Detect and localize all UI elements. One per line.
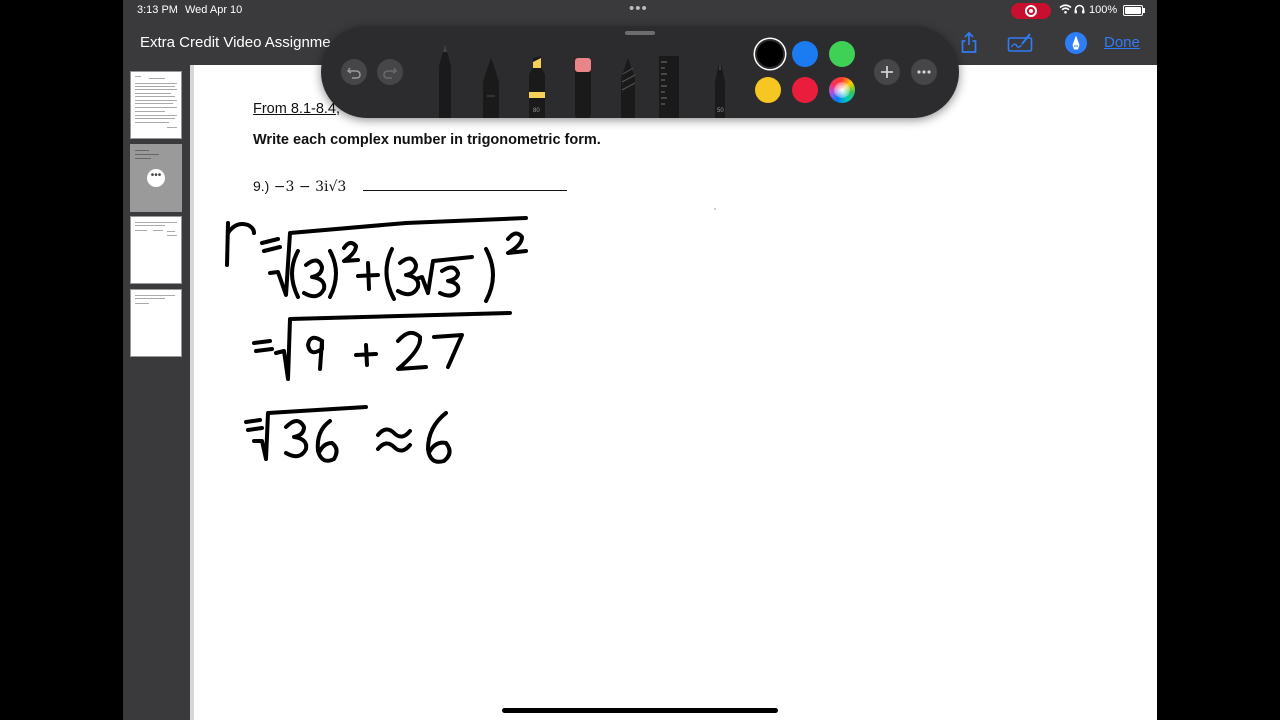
ink-radical-inner bbox=[414, 255, 474, 295]
color-wheel-center bbox=[834, 82, 850, 98]
highlighter-size-label: 80 bbox=[533, 108, 540, 114]
ink-paren-1 bbox=[290, 249, 300, 299]
page-thumbnail-4[interactable] bbox=[130, 289, 182, 357]
undo-button[interactable] bbox=[341, 59, 367, 85]
ink-equals-3 bbox=[244, 418, 264, 432]
home-indicator[interactable] bbox=[502, 708, 778, 713]
ink-exp-1 bbox=[342, 241, 360, 263]
ink-exp-2 bbox=[506, 231, 528, 255]
done-button[interactable]: Done bbox=[1104, 34, 1140, 51]
document-page[interactable]: From 8.1-8.4, Write each complex number … bbox=[190, 65, 1157, 720]
undo-icon bbox=[346, 67, 361, 79]
multitasking-dots-icon[interactable]: ••• bbox=[629, 0, 648, 17]
color-wheel-icon[interactable] bbox=[829, 77, 855, 103]
more-button[interactable] bbox=[911, 59, 937, 85]
color-swatch-yellow[interactable] bbox=[755, 77, 781, 103]
ink-plus-1 bbox=[356, 261, 380, 291]
ink-plus-2 bbox=[354, 343, 378, 367]
wifi-icon bbox=[1059, 4, 1072, 14]
status-date: Wed Apr 10 bbox=[185, 4, 243, 16]
pencil-tool bbox=[621, 58, 636, 118]
headphones-icon bbox=[1074, 4, 1085, 14]
signature-icon[interactable] bbox=[1007, 30, 1033, 56]
battery-icon bbox=[1123, 5, 1145, 16]
pen-tool bbox=[439, 44, 451, 118]
battery-percentage: 100% bbox=[1089, 4, 1118, 16]
page-thumbnail-1[interactable] bbox=[130, 71, 182, 139]
page-thumbnail-sidebar: ••• bbox=[123, 65, 188, 720]
ink-six-1 bbox=[315, 419, 339, 463]
ink-equals-2 bbox=[252, 339, 274, 353]
markup-pen-icon[interactable] bbox=[1063, 30, 1089, 56]
ink-paren-2 bbox=[328, 249, 338, 299]
ink-radical-3 bbox=[252, 405, 368, 461]
marker-tool bbox=[483, 58, 499, 118]
ink-three-3 bbox=[438, 265, 461, 298]
ink-three-1 bbox=[302, 258, 327, 299]
color-swatch-red[interactable] bbox=[792, 77, 818, 103]
ink-equals-1 bbox=[260, 237, 282, 253]
redo-icon bbox=[383, 67, 398, 79]
pen-size-label: 50 bbox=[717, 108, 724, 114]
color-swatch-black[interactable] bbox=[757, 41, 783, 67]
drawing-tools[interactable] bbox=[429, 38, 679, 118]
markup-toolbar[interactable]: 80 50 bbox=[321, 26, 959, 118]
status-bar: 3:13 PM Wed Apr 10 ••• 100% bbox=[123, 0, 1157, 22]
ink-two bbox=[396, 330, 428, 371]
more-icon bbox=[917, 70, 931, 74]
eraser-tool bbox=[575, 58, 591, 118]
status-time: 3:13 PM bbox=[137, 4, 178, 16]
ink-three-4 bbox=[284, 419, 309, 459]
page-thumbnail-2[interactable]: ••• bbox=[130, 144, 182, 212]
screen-record-icon[interactable] bbox=[1011, 3, 1051, 19]
ink-r bbox=[225, 221, 256, 267]
thumbnail-more-button[interactable]: ••• bbox=[147, 169, 165, 187]
document-title: Extra Credit Video Assignme bbox=[140, 34, 331, 51]
page-thumbnail-3[interactable] bbox=[130, 216, 182, 284]
ink-three-2 bbox=[396, 256, 421, 297]
add-button[interactable] bbox=[874, 59, 900, 85]
ink-seven bbox=[432, 333, 464, 369]
ink-paren-4 bbox=[484, 247, 495, 303]
ink-approx bbox=[376, 427, 412, 453]
ruler-tool bbox=[659, 56, 679, 118]
handwritten-ink-layer bbox=[225, 216, 528, 464]
ink-paren-3 bbox=[384, 247, 396, 301]
ink-radical-2 bbox=[274, 311, 512, 381]
redo-button[interactable] bbox=[377, 59, 403, 85]
color-swatch-green[interactable] bbox=[829, 41, 855, 67]
ink-nine bbox=[306, 335, 324, 371]
ink-six-2 bbox=[426, 411, 452, 464]
toolbar-grabber[interactable] bbox=[625, 31, 655, 35]
share-icon[interactable] bbox=[956, 30, 982, 56]
color-swatch-blue[interactable] bbox=[792, 41, 818, 67]
ipad-screen: 3:13 PM Wed Apr 10 ••• 100% Extra Credit… bbox=[123, 0, 1157, 720]
add-icon bbox=[881, 66, 893, 78]
